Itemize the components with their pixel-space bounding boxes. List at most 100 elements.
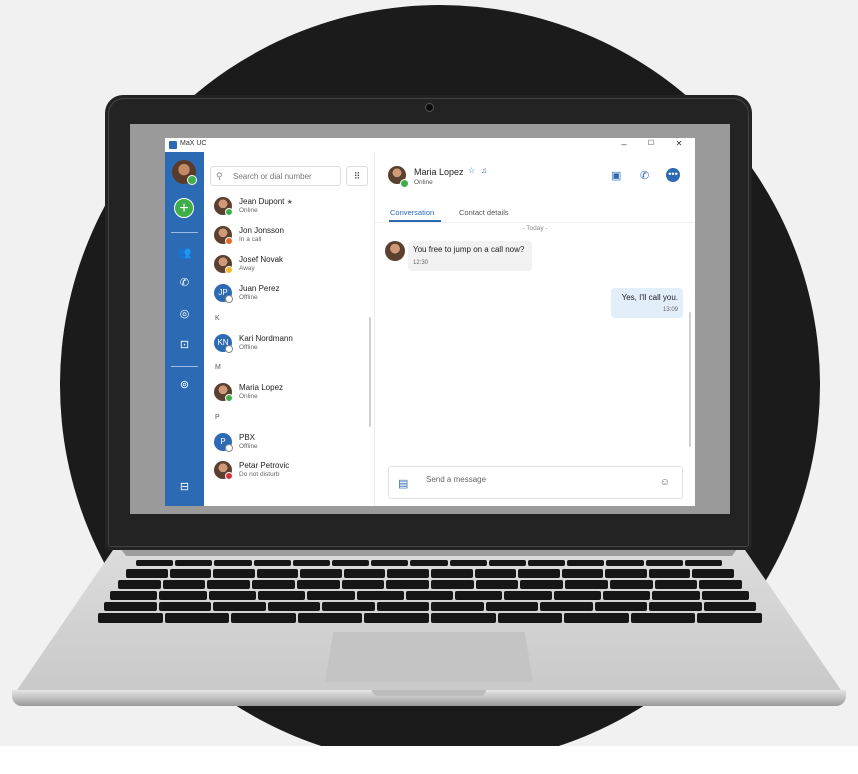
keyboard-key [474,569,517,578]
favorite-star-icon[interactable]: ☆ [468,166,475,175]
notification-bell-icon[interactable]: ♫ [481,166,487,175]
tab-contact-details[interactable]: Contact details [459,208,509,217]
chat-icon[interactable]: ◎ [177,307,192,322]
meetings-icon[interactable]: ⊡ [177,338,192,353]
compose-icon[interactable]: ▤ [398,477,408,490]
keyboard-key [175,560,213,566]
keyboard-key [364,613,429,623]
contact-status: In a call [239,236,262,243]
keyboard-key [387,569,429,578]
tab-divider [375,222,695,223]
keyboard-key [540,602,593,611]
keyboard-key [214,560,252,566]
keyboard-key [528,560,566,566]
keyboard-key [292,560,330,566]
contact-item[interactable]: KN Kari Nordmann Offline [210,333,360,359]
minimize-button[interactable]: – [617,139,631,149]
status-indicator [225,345,233,353]
status-indicator [225,472,233,480]
keyboard-key [652,591,700,600]
keyboard-key [307,591,355,600]
contact-item[interactable]: Jean Dupont ★ Online [210,196,360,222]
laptop-screen: MaX UC – ☐ ✕ + 👥 ✆ ◎ ⊡ ⊚ ⊟ ⚲ Search or d… [130,124,730,514]
message-time: 13:09 [662,307,678,313]
contact-item[interactable]: Petar Petrovic Do not disturb [210,460,360,486]
keyboard-key [213,602,266,611]
contact-status: Away [239,265,255,272]
keyboard-key [697,613,762,623]
keyboard-key [136,560,174,566]
search-input[interactable]: ⚲ Search or dial number [210,166,341,186]
phone-device-icon[interactable]: ⊟ [177,480,192,495]
contact-status: Offline [239,344,258,351]
status-indicator [225,295,233,303]
user-avatar[interactable] [172,160,197,185]
keyboard-key [376,602,429,611]
more-options-icon[interactable]: ••• [666,168,680,182]
keyboard-key [98,613,163,623]
keyboard-key [654,580,698,589]
background-strip [0,746,858,774]
message-bubble-outgoing: Yes, I'll call you. 13:09 [611,288,683,318]
conversation-panel: Maria Lopez Online ☆ ♫ ▣ ✆ ••• Conversat… [375,152,695,506]
app-window: MaX UC – ☐ ✕ + 👥 ✆ ◎ ⊡ ⊚ ⊟ ⚲ Search or d… [165,138,695,506]
tab-conversation[interactable]: Conversation [390,208,434,217]
app-logo-icon [169,141,177,149]
keyboard-key [703,602,756,611]
keyboard-key [126,569,168,578]
keyboard-key [561,569,604,578]
contact-item[interactable]: Maria Lopez Online [210,382,360,408]
keyboard-key [300,569,342,578]
conversation-scrollbar[interactable] [689,312,691,447]
laptop-trackpad [325,632,533,682]
nav-rail: + 👥 ✆ ◎ ⊡ ⊚ ⊟ [165,152,204,506]
section-letter: M [215,364,221,371]
contact-item[interactable]: Jon Jonsson In a call [210,225,360,251]
keyboard-key [431,613,496,623]
contacts-scrollbar[interactable] [369,317,371,427]
contact-name: Petar Petrovic [239,461,290,470]
section-letter: K [215,315,220,322]
keyboard-key [431,580,474,589]
keyboard-key [567,560,605,566]
maximize-button[interactable]: ☐ [644,139,658,147]
emoji-icon[interactable]: ☺ [660,477,670,488]
message-input[interactable]: ▤ Send a message ☺ [388,466,683,499]
phone-call-icon[interactable]: ✆ [640,169,649,182]
keyboard-key [609,580,653,589]
video-call-icon[interactable]: ▣ [611,169,621,182]
keyboard-key [520,580,564,589]
keyboard-key [431,569,473,578]
calls-icon[interactable]: ✆ [177,276,192,291]
contacts-icon[interactable]: 👥 [177,246,192,261]
keyboard-key [701,591,749,600]
keyboard-key [158,602,211,611]
keyboard-key [410,560,448,566]
new-action-button[interactable]: + [174,198,194,218]
contact-item[interactable]: P PBX Offline [210,432,360,458]
message-text: You free to jump on a call now? [413,245,525,254]
keyboard-key [341,580,385,589]
status-indicator [225,266,233,274]
contact-item[interactable]: Josef Novak Away [210,254,360,280]
dialpad-button[interactable]: ⠿ [346,166,368,186]
keyboard-key [371,560,409,566]
keyboard-key [699,580,742,589]
contact-item[interactable]: JP Juan Perez Offline [210,283,360,309]
keyboard-key [267,602,320,611]
keyboard-key [431,602,484,611]
keyboard-key [684,560,722,566]
contact-name: Jean Dupont ★ [239,197,293,206]
voicemail-icon[interactable]: ⊚ [177,378,192,393]
keyboard-key [104,602,157,611]
contact-name: Josef Novak [239,255,284,264]
close-button[interactable]: ✕ [672,139,686,148]
contact-name: Jon Jonsson [239,226,284,235]
app-title: MaX UC [180,140,207,147]
contact-name: Juan Perez [239,284,280,293]
keyboard-key [645,560,683,566]
keyboard-key [553,591,602,600]
keyboard-key [213,569,255,578]
keyboard-key [606,560,644,566]
contact-status: Offline [239,294,258,301]
